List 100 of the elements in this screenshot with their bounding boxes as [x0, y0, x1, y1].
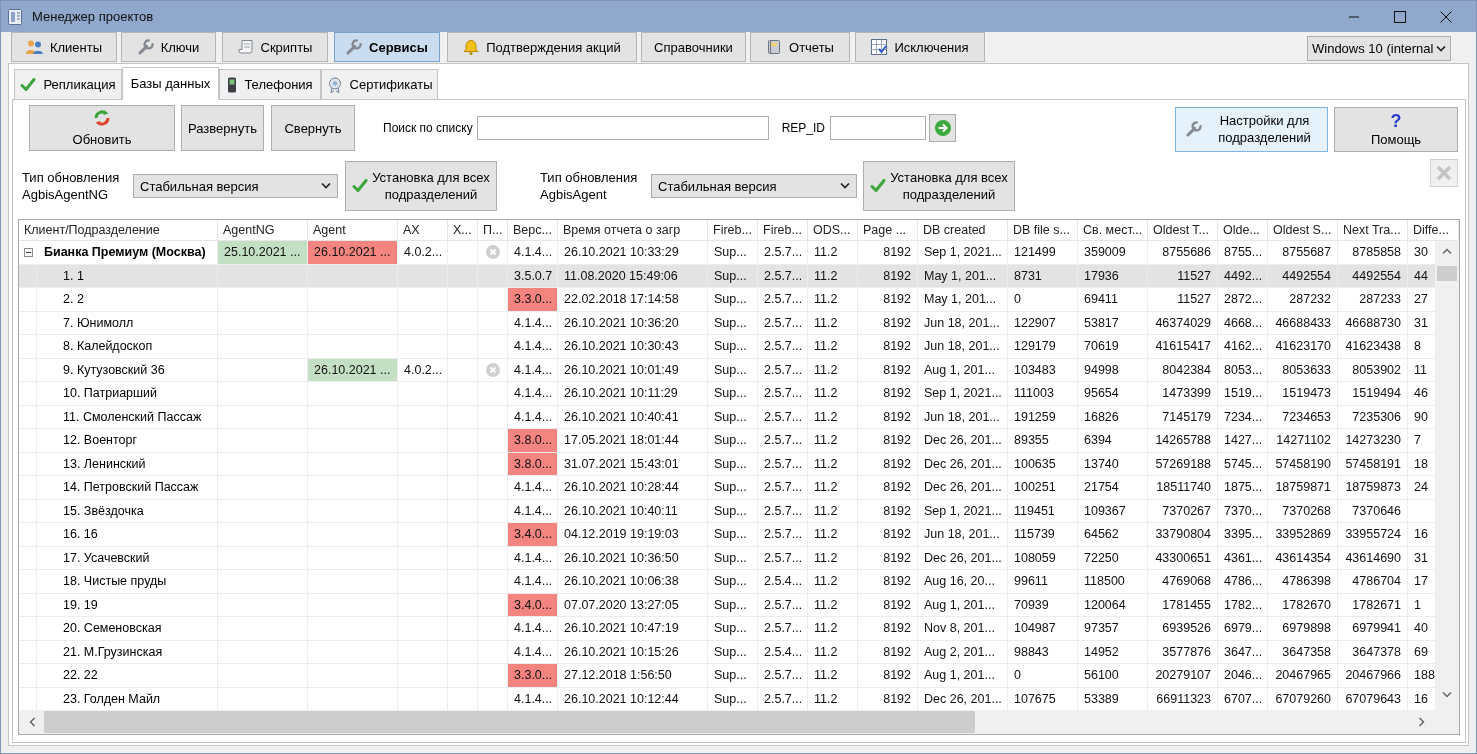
os-select[interactable]: Windows 10 (internal — [1307, 36, 1451, 61]
main-tab[interactable]: Отчеты — [750, 32, 850, 62]
vertical-scrollbar[interactable] — [1435, 241, 1459, 734]
help-button[interactable]: ? Помощь — [1334, 106, 1458, 152]
table-row[interactable]: 2. 2 3.3.0... 22.02.2018 17:14:58 Sup... 2.5.7... 11.2 8192 May 1, 201... 0 69411 11527 2872... 287232 287233 27 — [19, 288, 1435, 312]
settings-button[interactable]: Настройки для подразделений — [1175, 106, 1328, 152]
column-header[interactable]: Fireb... — [758, 220, 808, 240]
column-header[interactable]: ODS... — [808, 220, 858, 240]
table-cell: 11.2 — [808, 523, 858, 546]
table-row[interactable]: 8. Калейдоскоп 4.1.4... 26.10.2021 10:30:43 Sup... 2.5.7... 11.2 8192 Jun 18, 201... 129179 70619 41615417 4162... 41623170 41623438 8 — [19, 335, 1435, 359]
wrench-icon — [1186, 121, 1202, 137]
table-row[interactable]: 18. Чистые пруды 4.1.4... 26.10.2021 10:06:38 Sup... 2.5.4... 11.2 8192 Aug 16, 20... 99611 118500 4769068 4786... 4786398 4786704 17 — [19, 570, 1435, 594]
table-cell: 11.2 — [808, 429, 858, 452]
table-row[interactable]: 15. Звёздочка 4.1.4... 26.10.2021 10:40:11 Sup... 2.5.7... 11.2 8192 Sep 1, 2021... 119451 109367 7370267 7370... 7370268 7370646 — [19, 499, 1435, 523]
table-cell: 2.5.7... — [758, 593, 808, 616]
update-type-select[interactable]: Стабильная версия — [651, 174, 857, 198]
table-row[interactable]: 20. Семеновская 4.1.4... 26.10.2021 10:47:19 Sup... 2.5.7... 11.2 8192 Nov 8, 201... 104987 97357 6939526 6979... 6979898 6979941 40 — [19, 617, 1435, 641]
column-header[interactable]: Верс... — [508, 220, 558, 240]
sub-tab[interactable]: Телефония — [219, 69, 321, 100]
row-label: 11. Смоленский Пассаж — [63, 409, 202, 424]
go-button[interactable] — [929, 114, 957, 142]
chevron-down-icon[interactable] — [1442, 692, 1452, 698]
table-cell: 26.10.2021 10:36:50 — [558, 546, 708, 569]
table-cell: 22.02.2018 17:14:58 — [558, 288, 708, 311]
refresh-button[interactable]: Обновить — [29, 105, 175, 151]
column-header[interactable]: Agent — [308, 220, 398, 240]
column-header[interactable]: DB file s... — [1008, 220, 1078, 240]
table-cell: 70619 — [1078, 335, 1148, 358]
table-row[interactable]: 11. Смоленский Пассаж 4.1.4... 26.10.2021 10:40:41 Sup... 2.5.7... 11.2 8192 Jun 18, 201... 191259 16826 7145179 7234... 7234653 7235306 90 — [19, 405, 1435, 429]
table-cell: 121499 — [1008, 241, 1078, 264]
scrollbar-thumb[interactable] — [1437, 266, 1457, 281]
collapse-icon[interactable] — [24, 247, 33, 257]
sub-tab[interactable]: Базы данных — [122, 67, 219, 100]
table-row[interactable]: 7. Юнимолл 4.1.4... 26.10.2021 10:36:20 Sup... 2.5.7... 11.2 8192 Jun 18, 201... 122907 53817 46374029 4668... 46688433 46688730 31 — [19, 311, 1435, 335]
column-header[interactable]: AX — [398, 220, 448, 240]
chevron-up-icon[interactable] — [1442, 248, 1452, 254]
table-cell: 11527 — [1148, 288, 1218, 311]
column-header[interactable]: Oldest T... — [1148, 220, 1218, 240]
column-header[interactable]: Page ... — [858, 220, 918, 240]
main-tab[interactable]: Подтверждения акций — [447, 32, 637, 62]
table-cell: 26.10.2021 10:47:19 — [558, 617, 708, 640]
search-field[interactable] — [476, 116, 769, 140]
update-type-select[interactable]: Стабильная версия — [133, 174, 338, 198]
table-row[interactable]: 9. Кутузовский 36 26.10.2021 ... 4.0.2... 4.1.4... 26.10.2021 10:01:49 Sup... 2.5.7... 11.2 8192 Aug 1, 201... 103483 94998 8042384 8053... 8053633 8053902 11 — [19, 358, 1435, 382]
column-header[interactable]: Время отчета о загр — [558, 220, 708, 240]
column-header[interactable]: AgentNG — [218, 220, 308, 240]
column-header[interactable]: Diffe... — [1408, 220, 1459, 240]
column-header[interactable]: Св. мест... — [1078, 220, 1148, 240]
table-row[interactable]: 16. 16 3.4.0... 04.12.2019 19:19:03 Sup... 2.5.7... 11.2 8192 Jun 18, 201... 115739 64562 33790804 3395... 33952869 33955724 16 — [19, 523, 1435, 547]
column-header[interactable]: DB created — [918, 220, 1008, 240]
table-cell: 11.08.2020 15:49:06 — [558, 264, 708, 287]
search-label: Поиск по списку — [383, 121, 473, 135]
table-row[interactable]: 1. 1 3.5.0.7 11.08.2020 15:49:06 Sup... 2.5.7... 11.2 8192 May 1, 201... 8731 17936 11527 4492... 4492554 4492554 44 — [19, 264, 1435, 288]
install-all-button[interactable]: Установка для всех подразделений — [345, 161, 497, 211]
horizontal-scrollbar[interactable] — [19, 710, 1435, 734]
table-cell: 11.2 — [808, 546, 858, 569]
main-tab[interactable]: Сервисы — [334, 32, 440, 62]
main-tab[interactable]: Скрипты — [222, 32, 328, 62]
table-cell: 11.2 — [808, 593, 858, 616]
chevron-left-icon[interactable] — [28, 717, 35, 727]
table-cell: 2.5.7... — [758, 288, 808, 311]
column-header[interactable]: Клиент/Подразделение — [19, 220, 218, 240]
table-cell: 20467965 — [1268, 664, 1338, 687]
table-cell-text: 16 — [1413, 526, 1429, 544]
table-row[interactable]: 12. Военторг 3.8.0... 17.05.2021 18:01:44 Sup... 2.5.7... 11.2 8192 Dec 26, 201... 89355 6394 14265788 1427... 14271102 14273230 7 — [19, 429, 1435, 453]
sub-tab[interactable]: Сертификаты — [321, 69, 438, 100]
row-label: 13. Ленинский — [63, 456, 146, 471]
column-header[interactable]: Х... — [448, 220, 478, 240]
main-tab[interactable]: Исключения — [855, 32, 985, 62]
scrollbar-thumb[interactable] — [44, 711, 975, 733]
table-row[interactable]: Бианка Премиум (Москва) 25.10.2021 ... 26.10.2021 ... 4.0.2... 4.1.4... 26.10.2021 10:33:29 Sup... 2.5.7... 11.2 8192 Sep 1, 2021... 121499 359009 8755686 8755... 8755687 8785858 30 — [19, 241, 1435, 265]
collapse-button[interactable]: Свернуть — [271, 105, 355, 151]
main-tab[interactable]: Справочники — [641, 32, 746, 62]
table-row[interactable]: 22. 22 3.3.0... 27.12.2018 1:56:50 Sup... 2.5.7... 11.2 8192 Aug 1, 201... 0 56100 20279107 2046... 20467965 20467966 188 — [19, 664, 1435, 688]
table-row[interactable]: 17. Усачевский 4.1.4... 26.10.2021 10:36:50 Sup... 2.5.7... 11.2 8192 Dec 26, 201... 108059 72250 43300651 4361... 43614354 43614690 31 — [19, 546, 1435, 570]
chevron-down-icon — [321, 183, 331, 189]
table-row[interactable]: 10. Патриарший 4.1.4... 26.10.2021 10:11:29 Sup... 2.5.7... 11.2 8192 Sep 1, 2021... 111003 95654 1473399 1519... 1519473 1519494 46 — [19, 382, 1435, 406]
table-cell: 1782... — [1218, 593, 1268, 616]
table-row[interactable]: 21. М.Грузинская 4.1.4... 26.10.2021 10:15:26 Sup... 2.5.4... 11.2 8192 Aug 2, 201... 98843 14952 3577876 3647... 3647358 3647378 69 — [19, 640, 1435, 664]
sub-tab[interactable]: Репликация — [14, 69, 122, 100]
expand-button[interactable]: Развернуть — [181, 105, 264, 151]
rep-id-field[interactable] — [830, 116, 927, 140]
table-row[interactable]: 19. 19 3.4.0... 07.07.2020 13:27:05 Sup... 2.5.7... 11.2 8192 Aug 1, 201... 70939 120064 1781455 1782... 1782670 1782671 1 — [19, 593, 1435, 617]
chevron-right-icon[interactable] — [1418, 717, 1425, 727]
column-header[interactable]: Olde... — [1218, 220, 1268, 240]
main-tab[interactable]: Ключи — [121, 32, 216, 62]
table-cell: 1519473 — [1268, 382, 1338, 405]
table-cell: 129179 — [1008, 335, 1078, 358]
table-row[interactable]: 14. Петровский Пассаж 4.1.4... 26.10.2021 10:28:44 Sup... 2.5.7... 11.2 8192 Dec 26, 201... 100251 21754 18511740 1875... 18759871 18759873 24 — [19, 476, 1435, 500]
table-row[interactable]: 13. Ленинский 3.8.0... 31.07.2021 15:43:01 Sup... 2.5.7... 11.2 8192 Dec 26, 201... 100635 13740 57269188 5745... 57458190 57458191 18 — [19, 452, 1435, 476]
wrench-icon — [137, 39, 154, 55]
main-tab[interactable]: Клиенты — [11, 32, 117, 62]
column-header[interactable]: Oldest S... — [1268, 220, 1338, 240]
table-cell: 287233 — [1338, 288, 1408, 311]
table-cell: 0 — [1008, 664, 1078, 687]
column-header[interactable]: П... — [478, 220, 508, 240]
install-all-button[interactable]: Установка для всех подразделений — [863, 161, 1015, 211]
table-cell: Jun 18, 201... — [918, 311, 1008, 334]
column-header[interactable]: Fireb... — [708, 220, 758, 240]
column-header[interactable]: Next Tra... — [1338, 220, 1408, 240]
